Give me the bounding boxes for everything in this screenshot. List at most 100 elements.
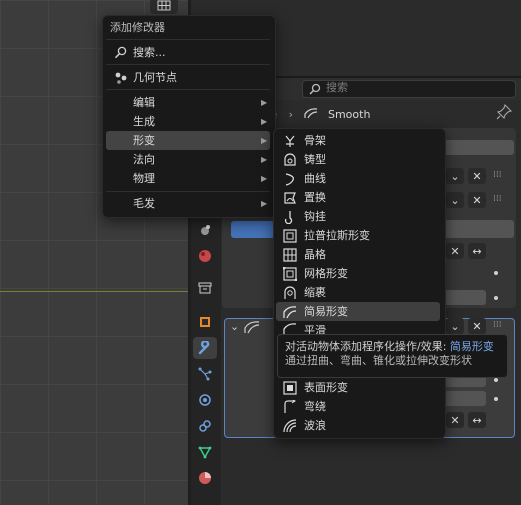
tab-material[interactable]: [193, 467, 217, 489]
remove-modifier-icon[interactable]: ✕: [468, 192, 486, 208]
smooth-icon: [283, 321, 297, 334]
submenu-arrow-icon: ▶: [261, 117, 268, 126]
submenu-item-surface-deform[interactable]: 表面形变: [276, 378, 440, 397]
submenu-item-warp[interactable]: 弯绕: [276, 397, 440, 416]
submenu-item-displace[interactable]: 置换: [276, 188, 440, 207]
submenu-item-simple-deform[interactable]: 简易形变: [276, 302, 440, 321]
breadcrumb: re › Smooth: [266, 104, 370, 126]
submenu-item-label: 钩挂: [304, 210, 326, 223]
tab-particles[interactable]: [193, 363, 217, 385]
tab-world[interactable]: [193, 245, 217, 267]
menu-item-label: 毛发: [133, 197, 155, 210]
x-axis-line: [0, 291, 188, 292]
tooltip-operator-name: 简易形变: [449, 340, 494, 353]
shrinkwrap-icon: [283, 285, 297, 300]
remove-modifier-icon[interactable]: ✕: [468, 168, 486, 184]
drag-handle-icon[interactable]: ⁞⁞⁞: [493, 170, 502, 180]
submenu-item-label: 平滑: [304, 324, 326, 334]
keyframe-dot-icon[interactable]: [494, 378, 498, 382]
submenu-item-mesh-deform[interactable]: 网格形变: [276, 264, 440, 283]
armature-icon: [283, 134, 297, 148]
pin-icon[interactable]: [496, 103, 516, 124]
submenu-arrow-icon: ▶: [261, 136, 268, 145]
submenu-item-label: 简易形变: [304, 305, 348, 318]
swap-icon[interactable]: ↔: [468, 412, 486, 428]
tab-modifiers[interactable]: [193, 337, 217, 359]
lattice-icon: [283, 247, 297, 262]
menu-item-label: 编辑: [133, 96, 155, 109]
drag-handle-icon[interactable]: ⁞⁞⁞: [493, 194, 502, 204]
menu-item-normals[interactable]: 法向 ▶: [106, 150, 270, 169]
surface-deform-icon: [283, 380, 297, 395]
smooth-modifier-icon: [244, 321, 260, 334]
dropdown-chevron-icon[interactable]: ⌄: [446, 192, 464, 208]
submenu-item-shrinkwrap[interactable]: 缩裹: [276, 283, 440, 302]
menu-separator: [106, 64, 270, 65]
geometry-nodes-icon: [115, 72, 127, 84]
tab-physics[interactable]: [193, 389, 217, 411]
remove-icon[interactable]: ✕: [446, 243, 464, 259]
tab-data[interactable]: [193, 441, 217, 463]
menu-item-physics[interactable]: 物理 ▶: [106, 169, 270, 188]
submenu-item-label: 表面形变: [304, 381, 348, 394]
laplacian-deform-icon: [283, 228, 297, 243]
menu-item-geometry-nodes[interactable]: 几何节点: [106, 68, 270, 87]
hook-icon: [283, 210, 297, 224]
menu-item-label: 形变: [133, 134, 155, 147]
menu-item-deform[interactable]: 形变 ▶: [106, 131, 270, 150]
search-placeholder: 搜索: [326, 81, 348, 94]
submenu-item-smooth[interactable]: 平滑: [276, 321, 440, 334]
submenu-item-cast[interactable]: 铸型: [276, 150, 440, 169]
scene-icon: [201, 225, 210, 235]
menu-item-label: 法向: [133, 153, 155, 166]
submenu-item-label: 曲线: [304, 172, 326, 185]
menu-item-edit[interactable]: 编辑 ▶: [106, 93, 270, 112]
menu-item-generate[interactable]: 生成 ▶: [106, 112, 270, 131]
panel-field[interactable]: [444, 391, 486, 406]
menu-item-label: 几何节点: [133, 71, 177, 84]
tab-collection[interactable]: [193, 277, 217, 299]
selected-value-field[interactable]: [231, 221, 275, 238]
remove-modifier-icon[interactable]: ✕: [468, 318, 486, 334]
mesh-data-icon: [198, 446, 212, 459]
drag-handle-icon[interactable]: ⁞⁞⁞: [493, 320, 502, 330]
warp-icon: [283, 399, 297, 414]
submenu-item-curve[interactable]: 曲线: [276, 169, 440, 188]
remove-icon[interactable]: ✕: [446, 412, 464, 428]
menu-item-label: 物理: [133, 172, 155, 185]
viewport-header-button[interactable]: [150, 0, 178, 14]
cast-icon: [283, 152, 297, 167]
panel-field[interactable]: [436, 140, 514, 155]
submenu-item-lattice[interactable]: 晶格: [276, 245, 440, 264]
submenu-item-label: 拉普拉斯形变: [304, 229, 370, 242]
collapse-chevron-icon[interactable]: ⌄: [230, 320, 239, 333]
tooltip-detail: 通过扭曲、弯曲、锥化或拉伸改变形状: [285, 354, 472, 367]
search-icon: [309, 83, 321, 95]
curve-icon: [283, 172, 297, 186]
tooltip-description: 对活动物体添加程序化操作/效果: 简易形变: [285, 340, 494, 354]
keyframe-dot-icon[interactable]: [494, 296, 498, 300]
keyframe-dot-icon[interactable]: [494, 271, 498, 275]
swap-icon[interactable]: ↔: [468, 243, 486, 259]
material-icon: [199, 472, 211, 484]
keyframe-dot-icon[interactable]: [494, 397, 498, 401]
submenu-item-wave[interactable]: 波浪: [276, 416, 440, 435]
menu-item-hair[interactable]: 毛发 ▶: [106, 194, 270, 213]
menu-search[interactable]: 搜索...: [106, 43, 270, 62]
panel-field[interactable]: [436, 220, 514, 238]
submenu-item-laplacian-deform[interactable]: 拉普拉斯形变: [276, 226, 440, 245]
tab-scene[interactable]: [193, 219, 217, 241]
submenu-item-armature[interactable]: 骨架: [276, 131, 440, 150]
panel-field[interactable]: [444, 290, 486, 305]
submenu-item-label: 骨架: [304, 134, 326, 147]
object-icon: [200, 317, 210, 327]
tab-constraints[interactable]: [193, 415, 217, 437]
submenu-arrow-icon: ▶: [261, 155, 268, 164]
tab-object[interactable]: [193, 311, 217, 333]
dropdown-chevron-icon[interactable]: ⌄: [446, 168, 464, 184]
submenu-item-label: 晶格: [304, 248, 326, 261]
submenu-arrow-icon: ▶: [261, 174, 268, 183]
submenu-item-hook[interactable]: 钩挂: [276, 207, 440, 226]
dropdown-chevron-icon[interactable]: ⌄: [446, 318, 464, 334]
wave-icon: [283, 418, 297, 433]
